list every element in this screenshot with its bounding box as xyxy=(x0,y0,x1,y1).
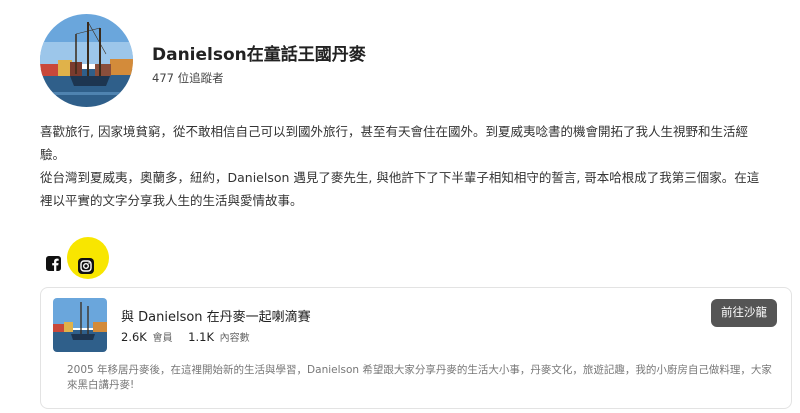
bio-paragraph-2: 從台灣到夏威夷，奧蘭多，紐約，Danielson 遇見了麥先生, 與他許下了下半… xyxy=(40,170,760,208)
bio: 喜歡旅行, 因家境貧窮，從不敢相信自己可以到國外旅行，甚至有天會住在國外。到夏威… xyxy=(40,120,770,212)
content-count: 1.1K xyxy=(188,330,214,344)
avatar[interactable] xyxy=(40,14,133,107)
members-count: 2.6K xyxy=(121,330,147,344)
go-to-salon-button[interactable]: 前往沙龍 xyxy=(711,299,777,327)
members-label: 會員 xyxy=(152,333,173,344)
social-links xyxy=(46,237,109,279)
harbor-photo xyxy=(40,14,133,107)
bio-paragraph-1: 喜歡旅行, 因家境貧窮，從不敢相信自己可以到國外旅行，甚至有天會住在國外。到夏威… xyxy=(40,124,748,162)
follower-count: 477 位追蹤者 xyxy=(152,71,224,85)
salon-stats: 2.6K 會員 1.1K 內容數 xyxy=(121,329,262,344)
instagram-icon[interactable] xyxy=(78,258,94,274)
content-label: 內容數 xyxy=(219,333,250,344)
salon-title: 與 Danielson 在丹麥一起喇滴賽 xyxy=(121,310,311,325)
facebook-icon[interactable] xyxy=(46,256,61,271)
salon-thumbnail xyxy=(53,298,107,352)
page-title: Danielson在童話王國丹麥 xyxy=(152,45,366,65)
salon-description: 2005 年移居丹麥後，在這裡開始新的生活與學習，Danielson 希望跟大家… xyxy=(67,364,772,391)
harbor-thumbnail xyxy=(53,298,107,352)
salon-card[interactable]: 與 Danielson 在丹麥一起喇滴賽 2.6K 會員 1.1K 內容數 前往… xyxy=(40,287,792,409)
